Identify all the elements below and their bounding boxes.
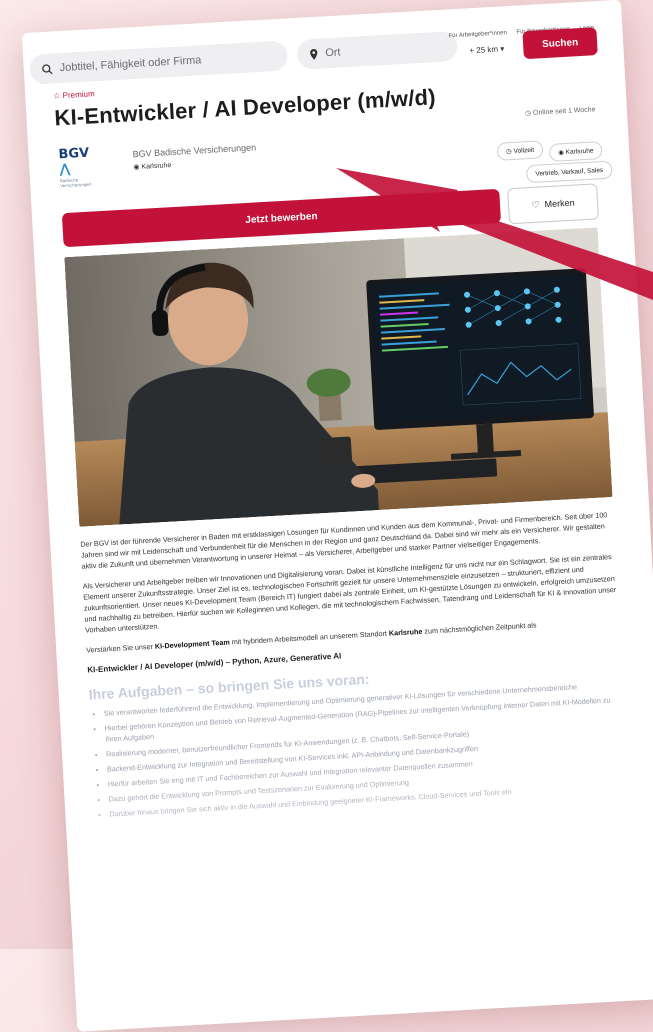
highlight-arrow-icon [336,168,653,300]
